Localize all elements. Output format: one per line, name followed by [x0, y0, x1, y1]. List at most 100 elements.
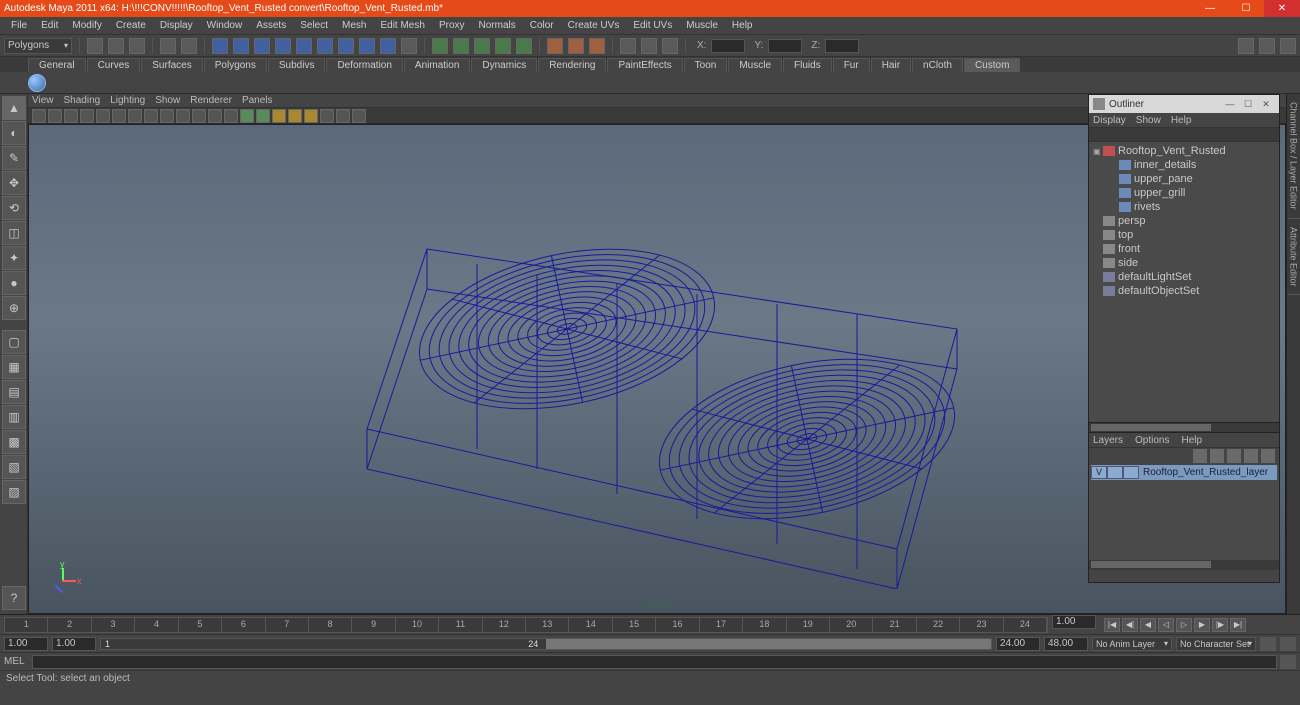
vicon-19[interactable]: [320, 109, 334, 123]
ipr-icon[interactable]: [641, 38, 657, 54]
tab-surfaces[interactable]: Surfaces: [141, 58, 202, 72]
coord-x-input[interactable]: [711, 39, 745, 53]
outliner-node[interactable]: upper_pane: [1089, 172, 1279, 186]
outliner-node[interactable]: upper_grill: [1089, 186, 1279, 200]
menu-edit[interactable]: Edit: [34, 18, 65, 33]
menu-proxy[interactable]: Proxy: [432, 18, 472, 33]
anim-layer-dropdown[interactable]: No Anim Layer: [1092, 637, 1172, 651]
tab-painteffects[interactable]: PaintEffects: [607, 58, 682, 72]
selmask-icon-5[interactable]: [296, 38, 312, 54]
show-manip-tool[interactable]: ⊕: [2, 296, 26, 320]
vicon-12[interactable]: [208, 109, 222, 123]
vicon-16[interactable]: [272, 109, 286, 123]
current-time-field[interactable]: 1.00: [1052, 615, 1096, 629]
menu-edituvs[interactable]: Edit UVs: [626, 18, 679, 33]
render-icon[interactable]: [620, 38, 636, 54]
outliner-node[interactable]: inner_details: [1089, 158, 1279, 172]
tab-rendering[interactable]: Rendering: [538, 58, 606, 72]
time-slider[interactable]: 1 2 3 4 5 6 7 8 9 10 11 12 13 14 15 16 1…: [0, 614, 1300, 634]
coord-z-input[interactable]: [825, 39, 859, 53]
cmd-input[interactable]: [32, 655, 1277, 669]
layout-icon-2[interactable]: [1259, 38, 1275, 54]
minimize-button[interactable]: —: [1192, 0, 1228, 17]
tab-ncloth[interactable]: nCloth: [912, 58, 963, 72]
outliner-tree[interactable]: ▣Rooftop_Vent_Rusted inner_details upper…: [1089, 142, 1279, 422]
history-icon[interactable]: [547, 38, 563, 54]
new-scene-icon[interactable]: [87, 38, 103, 54]
playback-end-field[interactable]: 24.00: [996, 637, 1040, 651]
layout-custom2[interactable]: ▨: [2, 480, 26, 504]
snap-curve-icon[interactable]: [453, 38, 469, 54]
play-fwd-button[interactable]: ▷: [1176, 618, 1192, 632]
viewmenu-show[interactable]: Show: [155, 95, 180, 106]
selmask-icon-4[interactable]: [275, 38, 291, 54]
maximize-button[interactable]: ☐: [1228, 0, 1264, 17]
menu-muscle[interactable]: Muscle: [679, 18, 725, 33]
scale-tool[interactable]: ◫: [2, 221, 26, 245]
tab-animation[interactable]: Animation: [404, 58, 470, 72]
outliner-menu-display[interactable]: Display: [1093, 115, 1126, 126]
outliner-hscrollbar[interactable]: [1089, 422, 1279, 432]
menu-file[interactable]: File: [4, 18, 34, 33]
vicon-9[interactable]: [160, 109, 174, 123]
tab-general[interactable]: General: [28, 58, 86, 72]
menu-normals[interactable]: Normals: [472, 18, 523, 33]
prefs-icon[interactable]: [1280, 637, 1296, 651]
script-editor-icon[interactable]: [1280, 655, 1296, 669]
vicon-20[interactable]: [336, 109, 350, 123]
step-back-key-button[interactable]: ◀|: [1122, 618, 1138, 632]
menu-create[interactable]: Create: [109, 18, 153, 33]
selmask-icon-7[interactable]: [338, 38, 354, 54]
cmd-language-label[interactable]: MEL: [4, 656, 32, 667]
outliner-search[interactable]: [1089, 128, 1279, 142]
selmask-icon[interactable]: [212, 38, 228, 54]
snap-live-icon[interactable]: [516, 38, 532, 54]
range-track[interactable]: 1 24: [100, 638, 992, 650]
tab-fluids[interactable]: Fluids: [783, 58, 832, 72]
vicon-4[interactable]: [80, 109, 94, 123]
layout-single[interactable]: ▢: [2, 330, 26, 354]
playback-start-field[interactable]: 1.00: [52, 637, 96, 651]
selmask-icon-6[interactable]: [317, 38, 333, 54]
vicon-6[interactable]: [112, 109, 126, 123]
vicon-10[interactable]: [176, 109, 190, 123]
menu-mesh[interactable]: Mesh: [335, 18, 373, 33]
vicon-7[interactable]: [128, 109, 142, 123]
selmask-help-icon[interactable]: [401, 38, 417, 54]
layer-icon-1[interactable]: [1193, 449, 1207, 463]
vicon-3[interactable]: [64, 109, 78, 123]
layout-icon-1[interactable]: [1238, 38, 1254, 54]
vicon-18[interactable]: [304, 109, 318, 123]
viewmenu-shading[interactable]: Shading: [64, 95, 101, 106]
autokey-icon[interactable]: [1260, 637, 1276, 651]
tab-curves[interactable]: Curves: [87, 58, 141, 72]
character-set-dropdown[interactable]: No Character Set: [1176, 637, 1256, 651]
layers-menu-options[interactable]: Options: [1135, 435, 1169, 446]
layout-two-v[interactable]: ▥: [2, 405, 26, 429]
menu-color[interactable]: Color: [523, 18, 561, 33]
layers-menu-layers[interactable]: Layers: [1093, 435, 1123, 446]
goto-end-button[interactable]: ▶|: [1230, 618, 1246, 632]
layout-three[interactable]: ▩: [2, 430, 26, 454]
layer-name[interactable]: Rooftop_Vent_Rusted_layer: [1139, 467, 1277, 478]
coord-y-input[interactable]: [768, 39, 802, 53]
layout-custom1[interactable]: ▧: [2, 455, 26, 479]
close-button[interactable]: ✕: [1264, 0, 1300, 17]
vicon-15[interactable]: [256, 109, 270, 123]
vicon-13[interactable]: [224, 109, 238, 123]
outliner-menu-show[interactable]: Show: [1136, 115, 1161, 126]
outliner-node[interactable]: ▣Rooftop_Vent_Rusted: [1089, 144, 1279, 158]
layer-new-icon[interactable]: [1261, 449, 1275, 463]
layer-color[interactable]: [1123, 466, 1139, 479]
layer-icon-2[interactable]: [1210, 449, 1224, 463]
selmask-icon-9[interactable]: [380, 38, 396, 54]
selmask-icon-8[interactable]: [359, 38, 375, 54]
snap-plane-icon[interactable]: [495, 38, 511, 54]
vicon-5[interactable]: [96, 109, 110, 123]
menu-modify[interactable]: Modify: [65, 18, 108, 33]
soft-mod-tool[interactable]: ●: [2, 271, 26, 295]
paint-select-tool[interactable]: ✎: [2, 146, 26, 170]
vicon-17[interactable]: [288, 109, 302, 123]
menu-window[interactable]: Window: [200, 18, 250, 33]
menu-createuvs[interactable]: Create UVs: [561, 18, 627, 33]
